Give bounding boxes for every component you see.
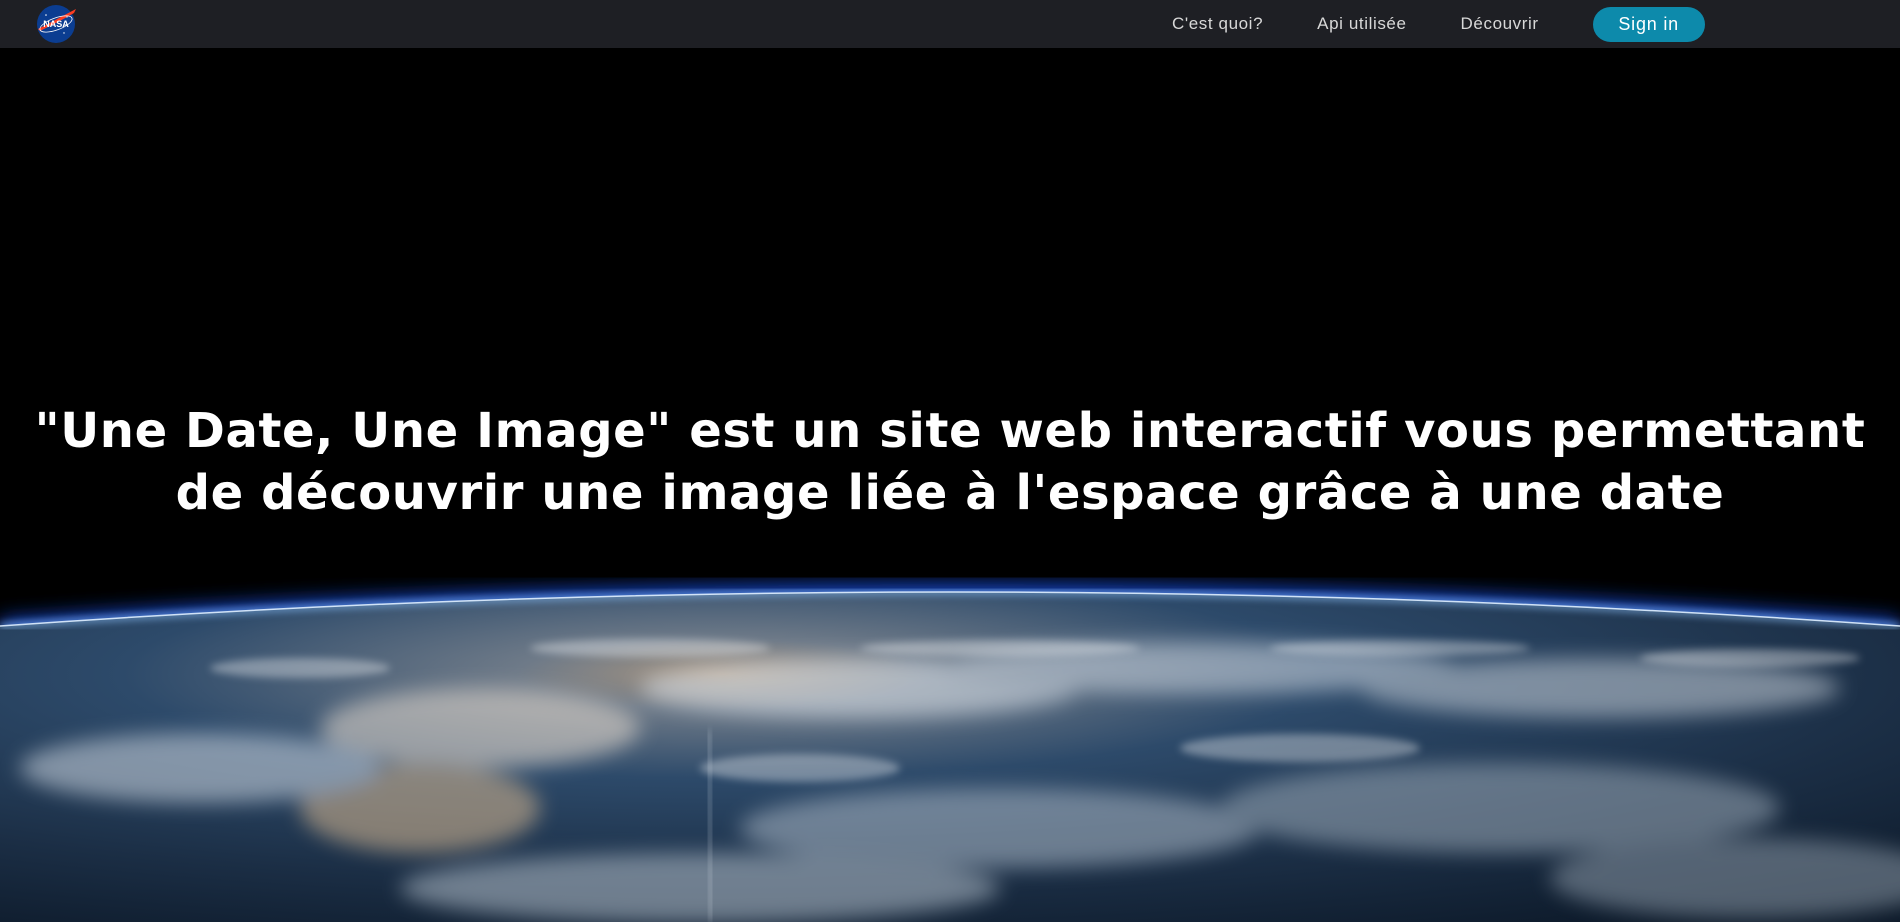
hero-title-line-2: de découvrir une image liée à l'espace g… (175, 465, 1725, 521)
top-navbar: NASA C'est quoi? Api utilisée Découvrir … (0, 0, 1900, 48)
nav-link-api-utilisee[interactable]: Api utilisée (1317, 14, 1406, 34)
svg-text:NASA: NASA (43, 19, 69, 29)
main-nav: C'est quoi? Api utilisée Découvrir Sign … (1150, 0, 1705, 48)
sign-in-button[interactable]: Sign in (1592, 6, 1705, 42)
hero-title-line-1: "Une Date, Une Image" est un site web in… (34, 403, 1866, 459)
hero-section: "Une Date, Une Image" est un site web in… (0, 48, 1900, 922)
hero-title: "Une Date, Une Image" est un site web in… (0, 400, 1900, 524)
nasa-logo-icon[interactable]: NASA (34, 3, 78, 45)
nav-link-cest-quoi[interactable]: C'est quoi? (1172, 14, 1263, 34)
nav-link-decouvrir[interactable]: Découvrir (1461, 14, 1539, 34)
